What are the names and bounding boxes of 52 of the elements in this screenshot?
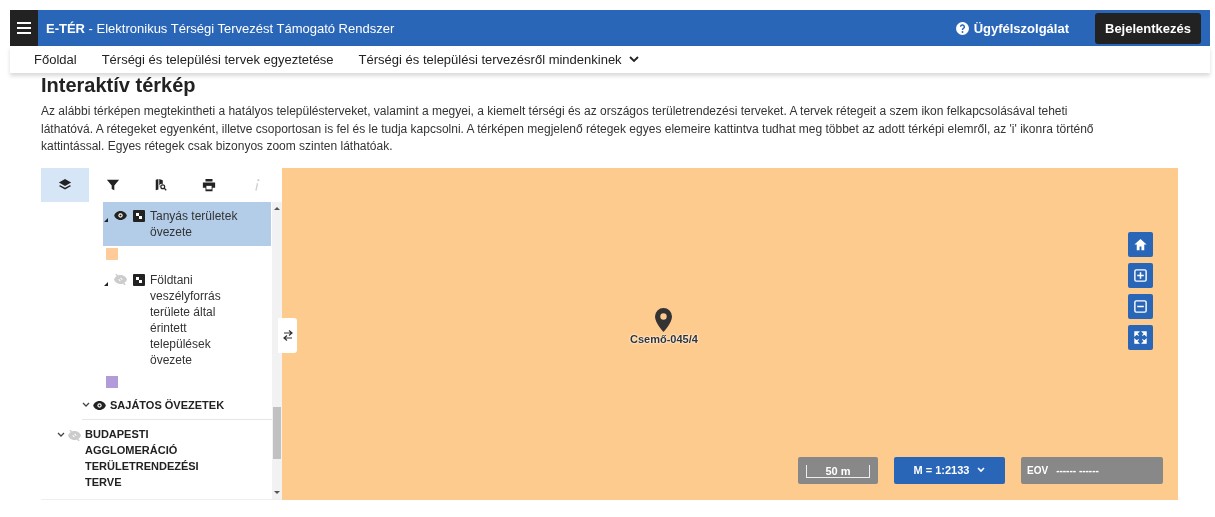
intro-text: Az alábbi térképen megtekintheti a hatályos településterveket, valamint a megyei, a kiemelt térségi és az országos területrendezési terveket. A tervek rétegeit a szem ikon felkapcsolásával teheti láthatóvá. A rétegeket egyenként, illetve csoportosan is fel és le tudja kapcsolni. A térképen megjelenő rétegek egyes elemeire kattintva tudhat meg többet az adott térképi elemről, az 'i' ikonra történő kattintással. Egyes rétegek csak bizonyos zoom szinten láthatóak. [41, 103, 1095, 155]
eye-icon[interactable] [93, 400, 106, 410]
group-label: BUDAPESTI AGGLOMERÁCIÓ TERÜLETRENDEZÉSI TERVE [85, 426, 200, 490]
page-title: Interaktív térkép [41, 73, 197, 97]
nav-link[interactable]: Térségi és települési tervezésről mindenkinek [358, 52, 639, 67]
map-pin-icon [655, 307, 673, 332]
eye-icon[interactable] [114, 211, 127, 220]
swap-arrows-icon [282, 329, 293, 341]
menu-button[interactable] [10, 10, 38, 46]
nav-link[interactable]: Térségi és települési tervek egyeztetése [101, 52, 334, 67]
scrollbar[interactable] [272, 201, 282, 499]
expand-arrows-icon [1133, 329, 1148, 345]
support-link[interactable]: Ügyfélszolgálat [955, 20, 1069, 36]
marker-label: Csemő-045/4 [630, 332, 698, 345]
layer-item[interactable]: Tanyás területek övezete [103, 201, 271, 246]
caret-icon [104, 217, 108, 222]
app-title: E-TÉR - Elektronikus Térségi Tervezést Támogató Rendszer [46, 20, 396, 36]
home-icon [1133, 236, 1148, 252]
chevron-down-icon [977, 467, 986, 473]
zoom-out-button[interactable] [1128, 293, 1153, 319]
map-search-icon [154, 177, 168, 192]
layer-label: Tanyás területek övezete [150, 207, 239, 240]
map-view[interactable]: Csemő-045/4 50 m M = 1:2133 EOV ------ ------ [282, 167, 1178, 500]
zoom-in-button[interactable] [1128, 262, 1153, 288]
caret-icon [104, 281, 108, 286]
coordinates-value: ------ ------ [1056, 464, 1099, 476]
coordinates-label: EOV [1027, 464, 1049, 476]
panel-toggle-button[interactable] [278, 317, 297, 353]
fullscreen-button[interactable] [1128, 324, 1153, 350]
checkered-icon [133, 273, 145, 286]
group-label: SAJÁTOS ÖVEZETEK [110, 397, 226, 413]
login-button[interactable]: Bejelentkezés [1095, 12, 1201, 44]
scroll-up-icon[interactable] [274, 204, 280, 211]
help-icon [955, 21, 969, 35]
menu-icon [17, 21, 31, 35]
nav-link[interactable]: Főoldal [34, 52, 77, 67]
home-button[interactable] [1128, 231, 1153, 257]
scrollbar-thumb[interactable] [273, 406, 281, 459]
plus-square-icon [1133, 267, 1148, 283]
layers-tool-button[interactable] [41, 167, 89, 202]
print-icon [202, 177, 216, 192]
layer-label: Földtani veszélyforrás területe által érintett települések övezete [150, 271, 222, 368]
scroll-down-icon[interactable] [274, 489, 280, 496]
layer-item[interactable]: Földtani veszélyforrás területe által érintett települések övezete [103, 265, 271, 374]
minus-square-icon [1133, 298, 1148, 314]
filter-icon [106, 177, 120, 192]
chevron-down-icon[interactable] [82, 402, 90, 408]
scale-bar: 50 m [798, 456, 878, 484]
scale-select[interactable]: M = 1:2133 [894, 456, 1005, 484]
checkered-icon [133, 209, 145, 222]
layers-icon [58, 177, 72, 192]
chevron-down-icon[interactable] [57, 432, 65, 438]
